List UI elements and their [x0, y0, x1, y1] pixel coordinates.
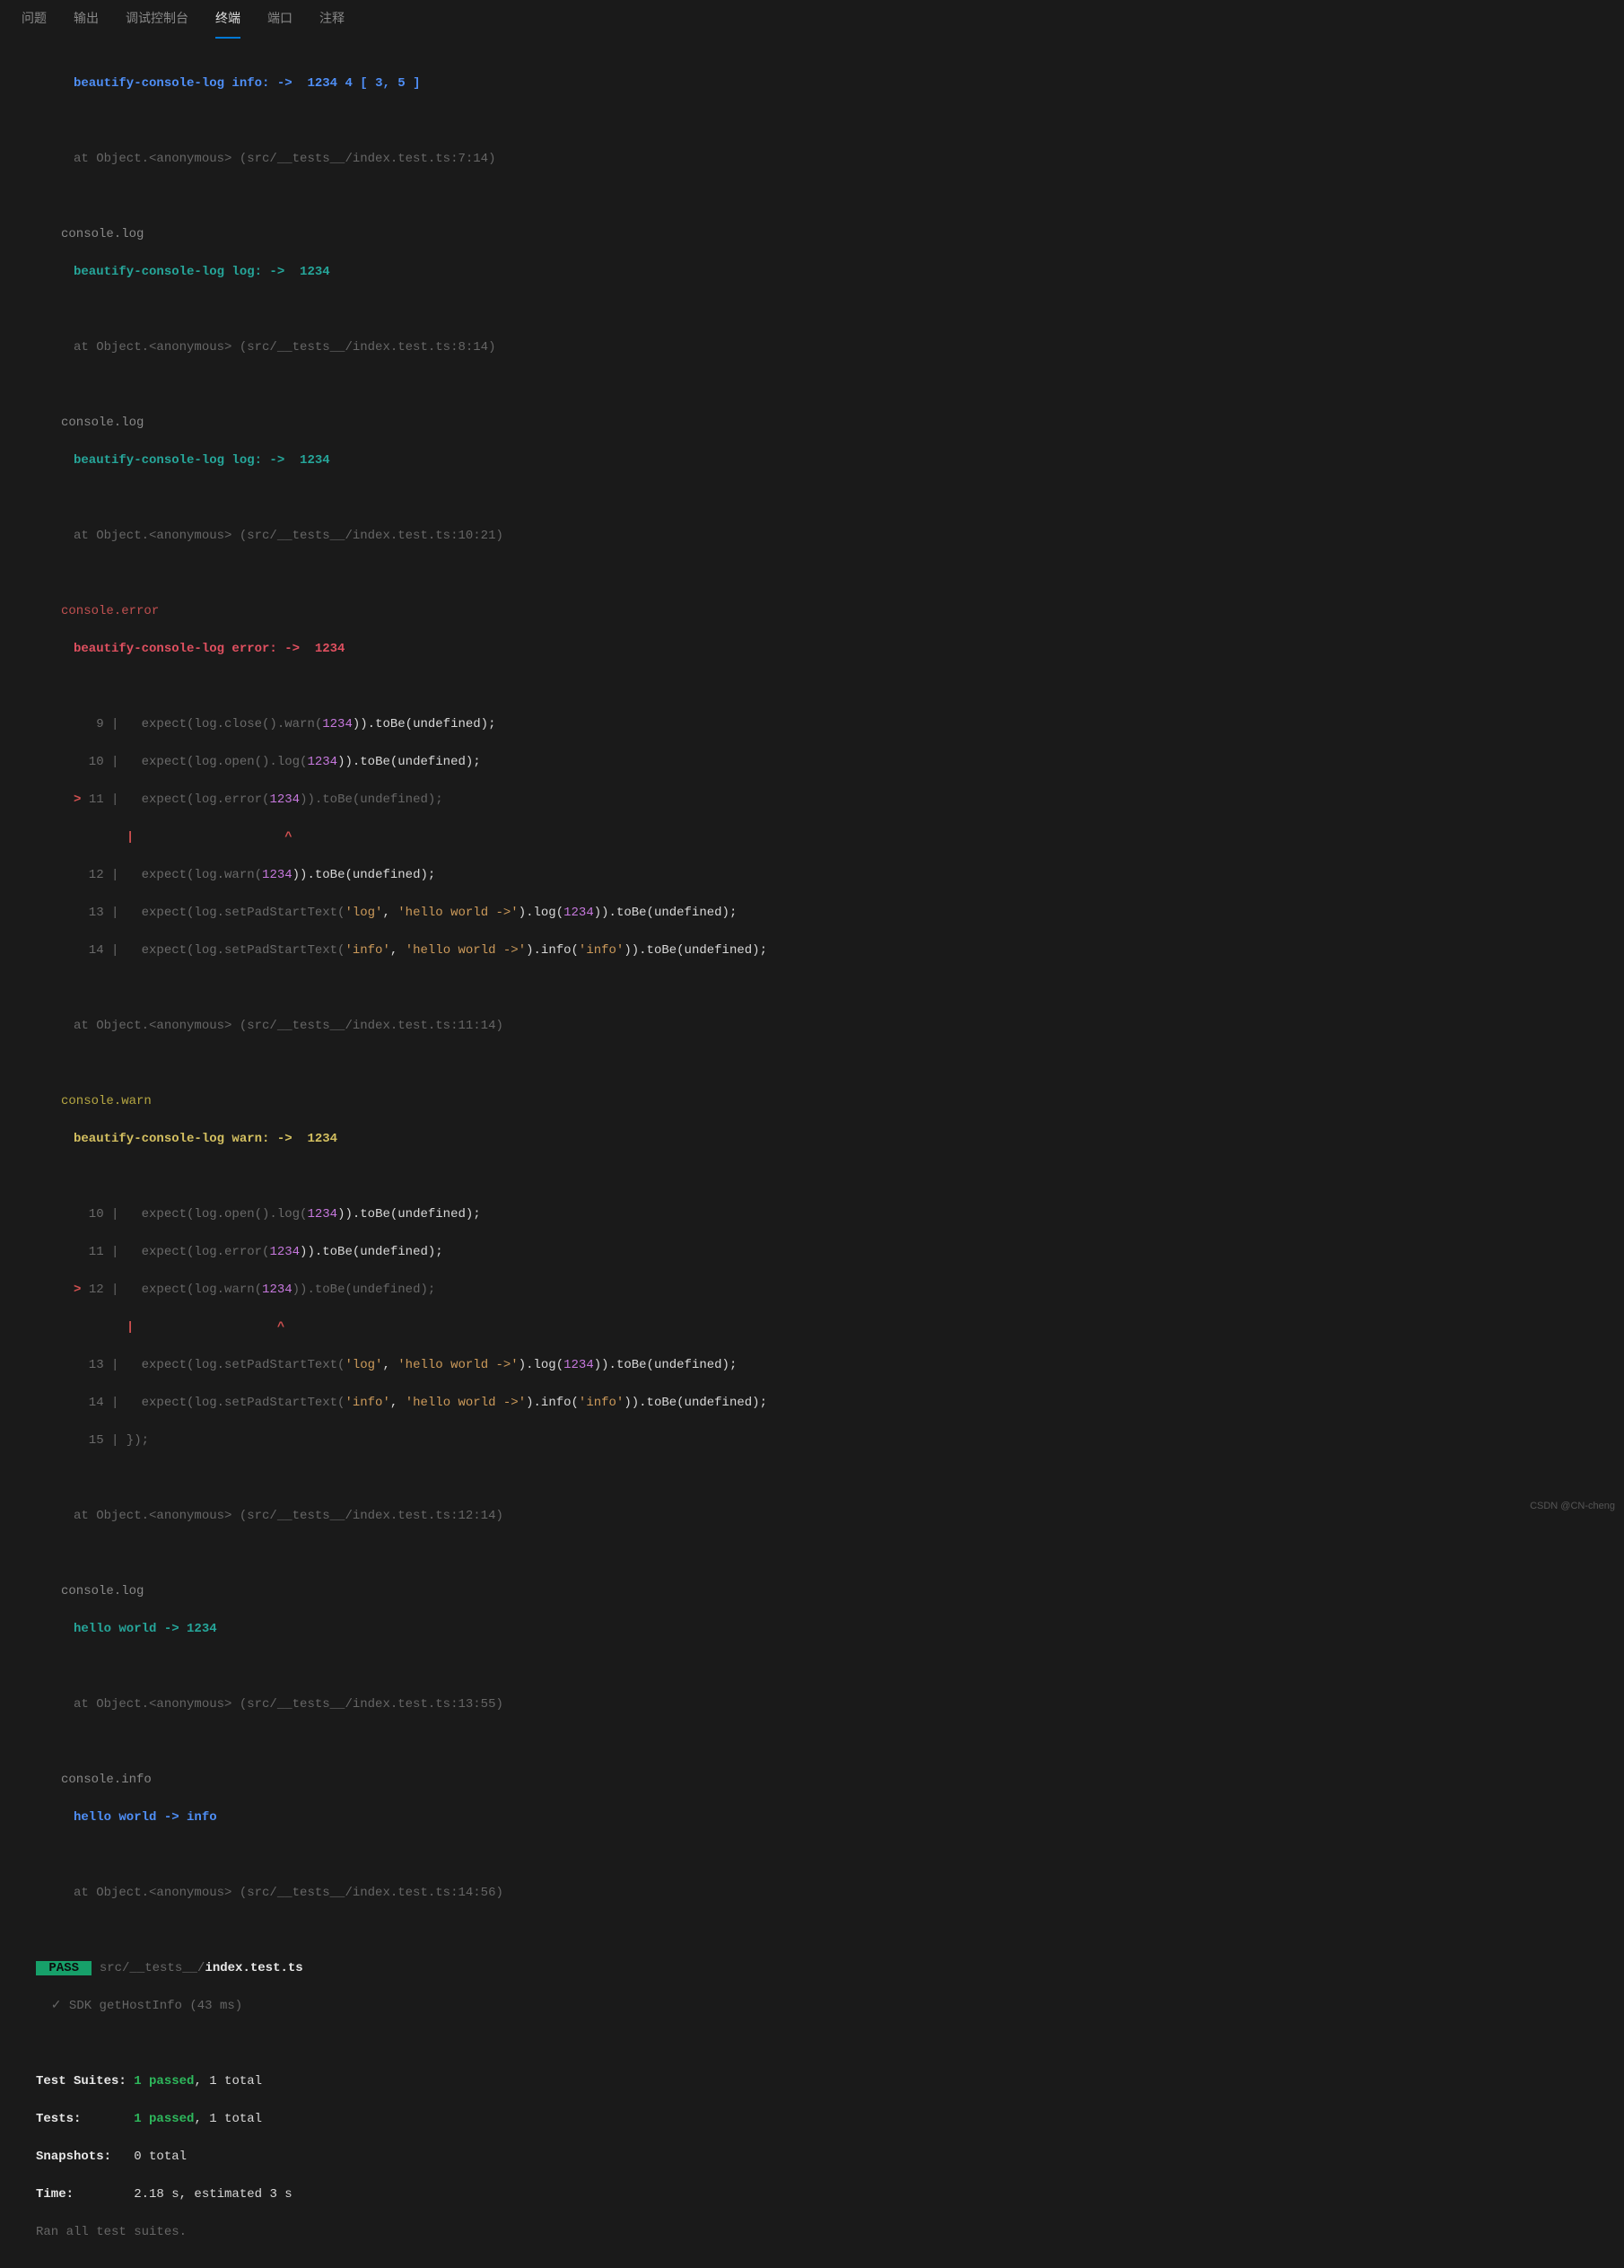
hello-log: hello world -> 1234 — [36, 1620, 1602, 1639]
tab-debug-console[interactable]: 调试控制台 — [126, 7, 188, 39]
hello-info: hello world -> info — [36, 1808, 1602, 1827]
watermark: CSDN @CN-cheng — [1530, 1499, 1615, 1514]
code-frame-row-current: > 11 | expect(log.error(1234)).toBe(unde… — [36, 791, 1602, 810]
code-frame-caret: | ^ — [36, 828, 1602, 847]
console-error-header: console.error — [36, 602, 1602, 621]
summary-ran: Ran all test suites. — [36, 2223, 1602, 2242]
test-result: ✓ SDK getHostInfo (43 ms) — [36, 1997, 1602, 2016]
terminal-output[interactable]: beautify-console-log info: -> 1234 4 [ 3… — [0, 39, 1624, 2268]
console-log-header: console.log — [36, 1582, 1602, 1601]
warn-line: beautify-console-log warn: -> 1234 — [36, 1130, 1602, 1149]
summary-suites: Test Suites: 1 passed, 1 total — [36, 2072, 1602, 2091]
log-line: beautify-console-log log: -> 1234 — [36, 263, 1602, 282]
code-frame-row-current: > 12 | expect(log.warn(1234)).toBe(undef… — [36, 1281, 1602, 1300]
pass-badge: PASS — [36, 1961, 92, 1975]
code-frame-row: 13 | expect(log.setPadStartText('log', '… — [36, 904, 1602, 923]
summary-snapshots: Snapshots: 0 total — [36, 2148, 1602, 2167]
code-frame-row: 10 | expect(log.open().log(1234)).toBe(u… — [36, 753, 1602, 772]
info-values: 1234 4 [ 3, 5 ] — [307, 76, 420, 91]
tab-problems[interactable]: 问题 — [22, 7, 47, 39]
console-log-header: console.log — [36, 414, 1602, 433]
code-frame-caret: | ^ — [36, 1318, 1602, 1337]
console-warn-header: console.warn — [36, 1092, 1602, 1111]
code-frame-row: 14 | expect(log.setPadStartText('info', … — [36, 1394, 1602, 1413]
stack-trace: at Object.<anonymous> (src/__tests__/ind… — [36, 1884, 1602, 1903]
panel-tabs: 问题 输出 调试控制台 终端 端口 注释 — [0, 0, 1624, 39]
summary-tests: Tests: 1 passed, 1 total — [36, 2110, 1602, 2129]
stack-trace: at Object.<anonymous> (src/__tests__/ind… — [36, 338, 1602, 357]
code-frame-row: 9 | expect(log.close().warn(1234)).toBe(… — [36, 715, 1602, 734]
code-frame-row: 14 | expect(log.setPadStartText('info', … — [36, 941, 1602, 960]
tab-terminal[interactable]: 终端 — [215, 7, 240, 39]
error-line: beautify-console-log error: -> 1234 — [36, 640, 1602, 659]
code-frame-row: 10 | expect(log.open().log(1234)).toBe(u… — [36, 1205, 1602, 1224]
console-log-header: console.log — [36, 225, 1602, 244]
stack-trace: at Object.<anonymous> (src/__tests__/ind… — [36, 1695, 1602, 1714]
tab-comments[interactable]: 注释 — [319, 7, 345, 39]
pass-line: PASS src/__tests__/index.test.ts — [36, 1959, 1602, 1978]
tab-output[interactable]: 输出 — [74, 7, 99, 39]
code-frame-row: 12 | expect(log.warn(1234)).toBe(undefin… — [36, 866, 1602, 885]
stack-trace: at Object.<anonymous> (src/__tests__/ind… — [36, 527, 1602, 546]
stack-trace: at Object.<anonymous> (src/__tests__/ind… — [36, 150, 1602, 169]
stack-trace: at Object.<anonymous> (src/__tests__/ind… — [36, 1017, 1602, 1036]
info-prefix: beautify-console-log info: -> — [74, 76, 307, 91]
code-frame-row: 13 | expect(log.setPadStartText('log', '… — [36, 1356, 1602, 1375]
summary-time: Time: 2.18 s, estimated 3 s — [36, 2185, 1602, 2204]
code-frame-row: 15 | }); — [36, 1432, 1602, 1450]
code-frame-row: 11 | expect(log.error(1234)).toBe(undefi… — [36, 1243, 1602, 1262]
console-info-header: console.info — [36, 1771, 1602, 1790]
log-line: beautify-console-log log: -> 1234 — [36, 451, 1602, 470]
tab-ports[interactable]: 端口 — [267, 7, 292, 39]
